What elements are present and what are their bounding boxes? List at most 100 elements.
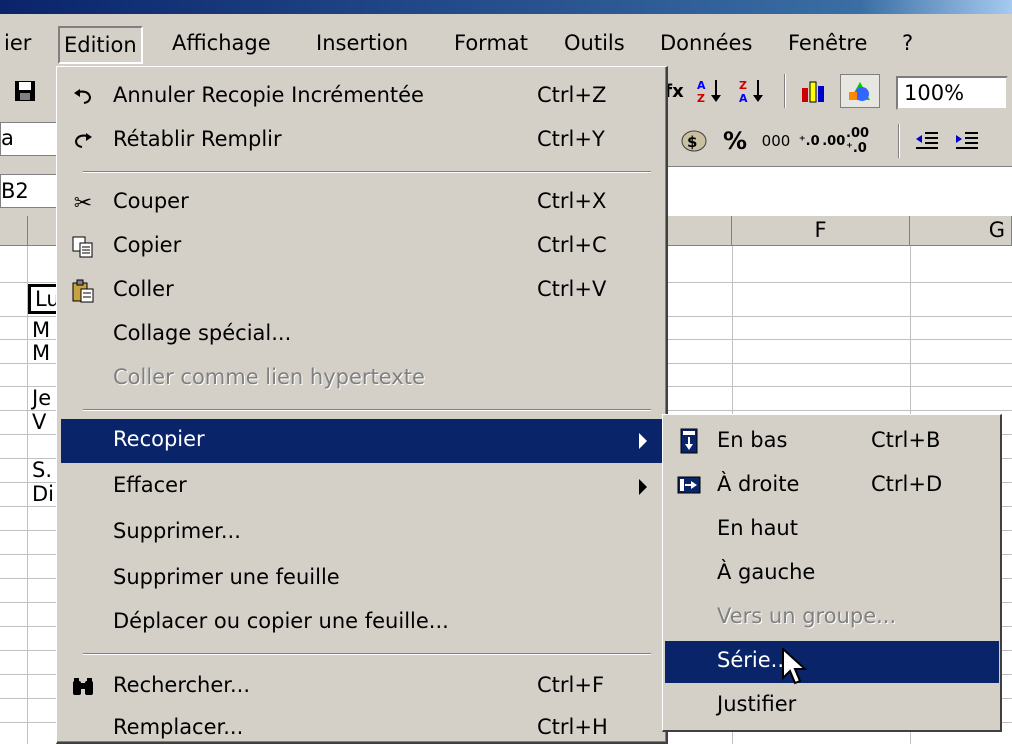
formula-bar[interactable] [662, 166, 1012, 216]
submenu-item-serie[interactable]: Série... [665, 641, 999, 683]
submenu-item-a-droite[interactable]: À droite Ctrl+D [665, 465, 999, 507]
submenu-item-vers-un-groupe[interactable]: Vers un groupe... [665, 597, 999, 639]
menu-item-label: Rechercher... [113, 673, 251, 697]
name-box[interactable]: B2 [0, 174, 58, 208]
submenu-item-label: En haut [717, 516, 798, 540]
decrease-decimal-icon[interactable]: .00 ⁺.0 [846, 126, 886, 156]
column-header-e[interactable] [662, 216, 732, 246]
menu-format[interactable]: Format [454, 31, 528, 55]
column-header-g[interactable]: G [910, 216, 1012, 246]
menu-insertion[interactable]: Insertion [316, 31, 408, 55]
toolbar-separator [898, 124, 900, 158]
menu-outils[interactable]: Outils [564, 31, 625, 55]
menu-item-label: Rétablir Remplir [113, 127, 282, 151]
menu-item-annuler[interactable]: Annuler Recopie Incrémentée Ctrl+Z [61, 75, 663, 119]
submenu-item-label: À gauche [717, 560, 816, 584]
menu-item-effacer[interactable]: Effacer [61, 465, 663, 509]
menu-item-recopier[interactable]: Recopier [61, 419, 663, 463]
column-header-g-label: G [988, 218, 1005, 242]
menu-item-label: Coller comme lien hypertexte [113, 365, 425, 389]
sort-ascending-icon[interactable]: AZ [694, 76, 728, 106]
menu-item-label: Couper [113, 189, 189, 213]
submenu-item-justifier[interactable]: Justifier [665, 685, 999, 727]
submenu-item-en-bas[interactable]: En bas Ctrl+B [665, 421, 999, 463]
menu-item-coller[interactable]: Coller Ctrl+V [61, 269, 663, 313]
binoculars-icon [69, 673, 97, 701]
mouse-pointer-icon [782, 646, 808, 691]
column-header-f-label: F [814, 218, 827, 242]
menu-item-shortcut: Ctrl+C [537, 233, 607, 257]
svg-text:Z: Z [697, 92, 705, 104]
menu-aide[interactable]: ? [902, 31, 913, 55]
chart-wizard-icon[interactable] [796, 76, 832, 106]
submenu-arrow-icon [639, 479, 647, 495]
menu-edition-label: Edition [64, 33, 137, 57]
menu-item-remplacer[interactable]: Remplacer... Ctrl+H [61, 707, 663, 741]
menu-item-coller-lien-hypertexte[interactable]: Coller comme lien hypertexte [61, 357, 663, 401]
drawing-icon[interactable] [840, 74, 880, 108]
menu-item-label: Remplacer... [113, 715, 244, 739]
menu-item-label: Copier [113, 233, 182, 257]
menu-item-shortcut: Ctrl+H [537, 715, 608, 739]
menu-donnees[interactable]: Données [660, 31, 752, 55]
menu-separator [83, 171, 651, 173]
menu-item-retablir[interactable]: Rétablir Remplir Ctrl+Y [61, 119, 663, 163]
percent-label: % [722, 127, 748, 155]
svg-text:A: A [739, 92, 748, 104]
toolbar-separator [784, 74, 786, 108]
fill-right-icon [677, 472, 701, 498]
submenu-item-en-haut[interactable]: En haut [665, 509, 999, 551]
menu-item-label: Recopier [113, 427, 205, 451]
menu-item-rechercher[interactable]: Rechercher... Ctrl+F [61, 665, 663, 709]
submenu-item-label: À droite [717, 472, 800, 496]
increase-indent-icon[interactable] [950, 126, 984, 156]
submenu-item-label: Justifier [717, 692, 797, 716]
menu-edition[interactable]: Edition [58, 26, 143, 64]
menu-separator [83, 409, 651, 411]
thousands-separator-icon[interactable]: 000 [756, 126, 796, 156]
submenu-item-label: En bas [717, 428, 788, 452]
submenu-item-label: Vers un groupe... [717, 604, 897, 628]
menu-item-label: Annuler Recopie Incrémentée [113, 83, 424, 107]
submenu-arrow-icon [639, 433, 647, 449]
menu-item-copier[interactable]: Copier Ctrl+C [61, 225, 663, 269]
name-box-value: B2 [1, 179, 29, 203]
currency-icon[interactable]: $ [676, 126, 712, 156]
menu-item-shortcut: Ctrl+Z [537, 83, 607, 107]
menu-bar: ier Edition Affichage Insertion Format O… [0, 14, 1012, 64]
sort-descending-icon[interactable]: ZA [736, 76, 770, 106]
increase-decimal-icon[interactable]: ⁺.0 .00 [799, 126, 845, 156]
menu-fenetre[interactable]: Fenêtre [788, 31, 867, 55]
menu-item-collage-special[interactable]: Collage spécial... [61, 313, 663, 357]
menu-item-couper[interactable]: ✂ Couper Ctrl+X [61, 181, 663, 225]
menu-affichage[interactable]: Affichage [172, 31, 271, 55]
font-name-field[interactable]: a [0, 122, 58, 156]
copy-icon [69, 233, 97, 261]
menu-item-shortcut: Ctrl+X [537, 189, 607, 213]
save-icon[interactable] [10, 76, 40, 106]
svg-text:Z: Z [739, 79, 747, 92]
select-all-corner[interactable] [0, 216, 28, 246]
zoom-select[interactable]: 100% [896, 76, 1008, 110]
thousands-label: 000 [761, 132, 791, 150]
decrease-decimal-label: .00 ⁺.0 [846, 126, 872, 156]
menu-item-deplacer-copier-feuille[interactable]: Déplacer ou copier une feuille... [61, 601, 663, 645]
menu-item-label: Effacer [113, 473, 187, 497]
recopier-submenu: En bas Ctrl+B À droite Ctrl+D En haut À … [662, 414, 1002, 732]
column-header-f[interactable]: F [732, 216, 910, 246]
submenu-item-a-gauche[interactable]: À gauche [665, 553, 999, 595]
svg-text:A: A [697, 79, 706, 92]
window-title-bar [0, 0, 1012, 14]
menu-separator [83, 653, 651, 655]
percent-icon[interactable]: % [718, 126, 752, 156]
menu-item-supprimer-feuille[interactable]: Supprimer une feuille [61, 557, 663, 601]
menu-item-shortcut: Ctrl+F [537, 673, 605, 697]
menu-item-shortcut: Ctrl+Y [537, 127, 605, 151]
svg-text:$: $ [687, 133, 697, 151]
menu-item-supprimer[interactable]: Supprimer... [61, 511, 663, 555]
decrease-indent-icon[interactable] [910, 126, 944, 156]
redo-icon [69, 127, 97, 155]
menu-fichier[interactable]: ier [4, 31, 31, 55]
menu-item-label: Collage spécial... [113, 321, 292, 345]
menu-item-shortcut: Ctrl+V [537, 277, 607, 301]
